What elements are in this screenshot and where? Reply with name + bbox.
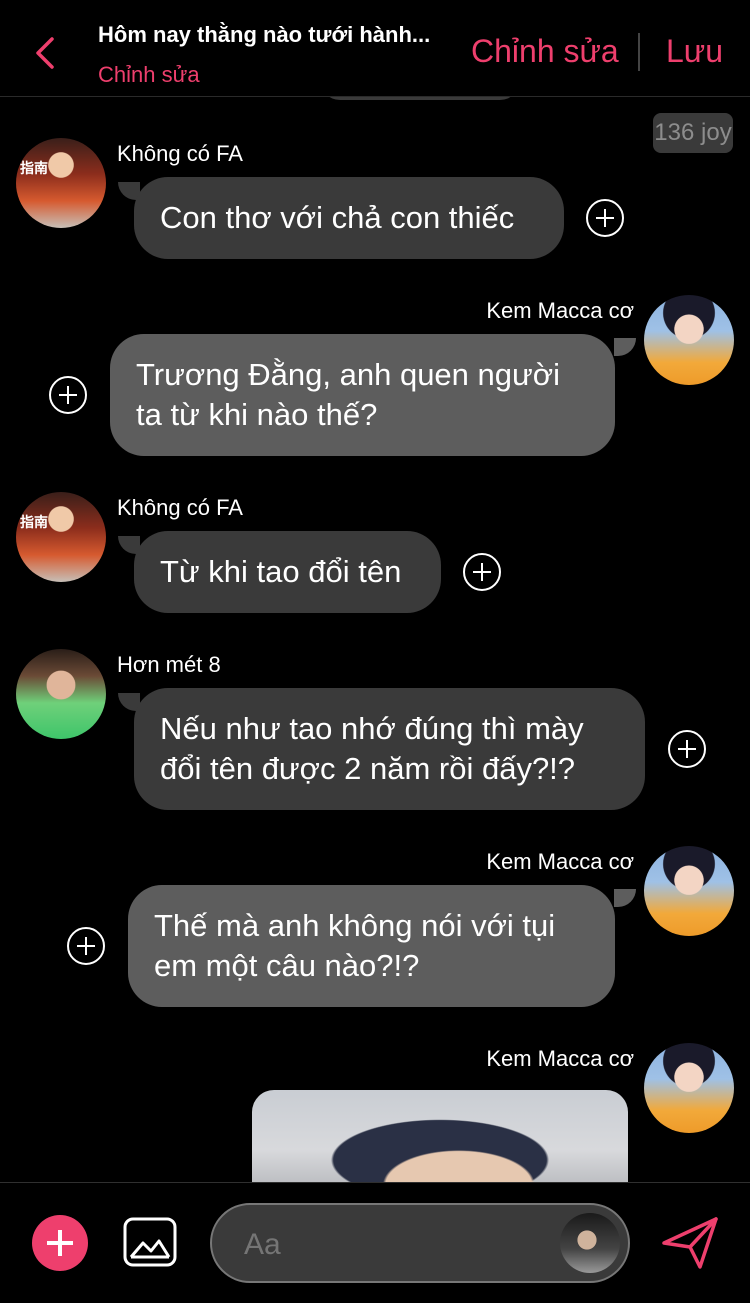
sender-name: Hơn mét 8 <box>117 652 221 677</box>
avatar[interactable] <box>16 649 106 739</box>
composer-bar <box>0 1182 750 1303</box>
sender-name: Không có FA <box>117 141 243 166</box>
message-text: Từ khi tao đổi tên <box>160 554 402 589</box>
plus-circle-icon[interactable] <box>32 1215 88 1271</box>
message-text: Thế mà anh không nói với tụi em một câu … <box>154 906 555 986</box>
chat-header: Hôm nay thằng nào tưới hành... Chỉnh sửa… <box>0 0 750 97</box>
avatar[interactable] <box>644 846 734 936</box>
message-bubble[interactable]: Từ khi tao đổi tên <box>134 531 441 613</box>
avatar[interactable] <box>644 295 734 385</box>
avatar[interactable] <box>644 1043 734 1133</box>
chat-title: Hôm nay thằng nào tưới hành... <box>98 22 431 47</box>
add-reaction-button[interactable] <box>668 730 706 768</box>
add-reaction-button[interactable] <box>463 553 501 591</box>
header-divider <box>638 33 640 71</box>
message-bubble[interactable]: Con thơ với chả con thiếc <box>134 177 564 259</box>
avatar[interactable]: 指南 <box>16 492 106 582</box>
sender-name: Kem Macca cơ <box>486 298 634 323</box>
avatar-label: 指南 <box>20 160 48 176</box>
edit-button[interactable]: Chỉnh sửa <box>471 33 619 70</box>
add-reaction-button[interactable] <box>49 376 87 414</box>
bubble-tail <box>614 889 636 907</box>
chat-subtitle: Chỉnh sửa <box>98 62 200 87</box>
avatar-label: 指南 <box>20 514 48 530</box>
message-line: ta từ khi nào thế? <box>136 397 378 432</box>
sender-name: Không có FA <box>117 495 243 520</box>
message-line: Thế mà anh không nói với tụi <box>154 908 556 943</box>
save-button[interactable]: Lưu <box>666 33 723 70</box>
send-icon[interactable] <box>660 1213 720 1273</box>
image-icon[interactable] <box>123 1217 177 1267</box>
avatar[interactable]: 指南 <box>16 138 106 228</box>
sender-name: Kem Macca cơ <box>486 849 634 874</box>
bubble-tail <box>614 338 636 356</box>
message-bubble[interactable]: Thế mà anh không nói với tụi em một câu … <box>128 885 615 1007</box>
message-bubble[interactable]: Trương Đằng, anh quen người ta từ khi nà… <box>110 334 615 456</box>
message-text: Trương Đằng, anh quen người ta từ khi nà… <box>136 355 560 435</box>
sender-name: Kem Macca cơ <box>486 1046 634 1071</box>
joy-badge: 136 joy <box>653 113 733 153</box>
message-line: Nếu như tao nhớ đúng thì mày <box>160 711 584 746</box>
add-reaction-button[interactable] <box>586 199 624 237</box>
add-reaction-button[interactable] <box>67 927 105 965</box>
message-input-box[interactable] <box>210 1203 630 1283</box>
image-message[interactable] <box>252 1090 628 1190</box>
avatar[interactable] <box>560 1213 620 1273</box>
message-text: Con thơ với chả con thiếc <box>160 200 515 235</box>
chevron-left-icon[interactable] <box>32 36 58 70</box>
message-line: đổi tên được 2 năm rồi đấy?!? <box>160 751 576 786</box>
message-text: Nếu như tao nhớ đúng thì mày đổi tên đượ… <box>160 709 584 789</box>
message-input[interactable] <box>242 1227 546 1263</box>
message-bubble[interactable]: Nếu như tao nhớ đúng thì mày đổi tên đượ… <box>134 688 645 810</box>
message-line: Trương Đằng, anh quen người <box>136 357 560 392</box>
message-line: em một câu nào?!? <box>154 948 420 983</box>
